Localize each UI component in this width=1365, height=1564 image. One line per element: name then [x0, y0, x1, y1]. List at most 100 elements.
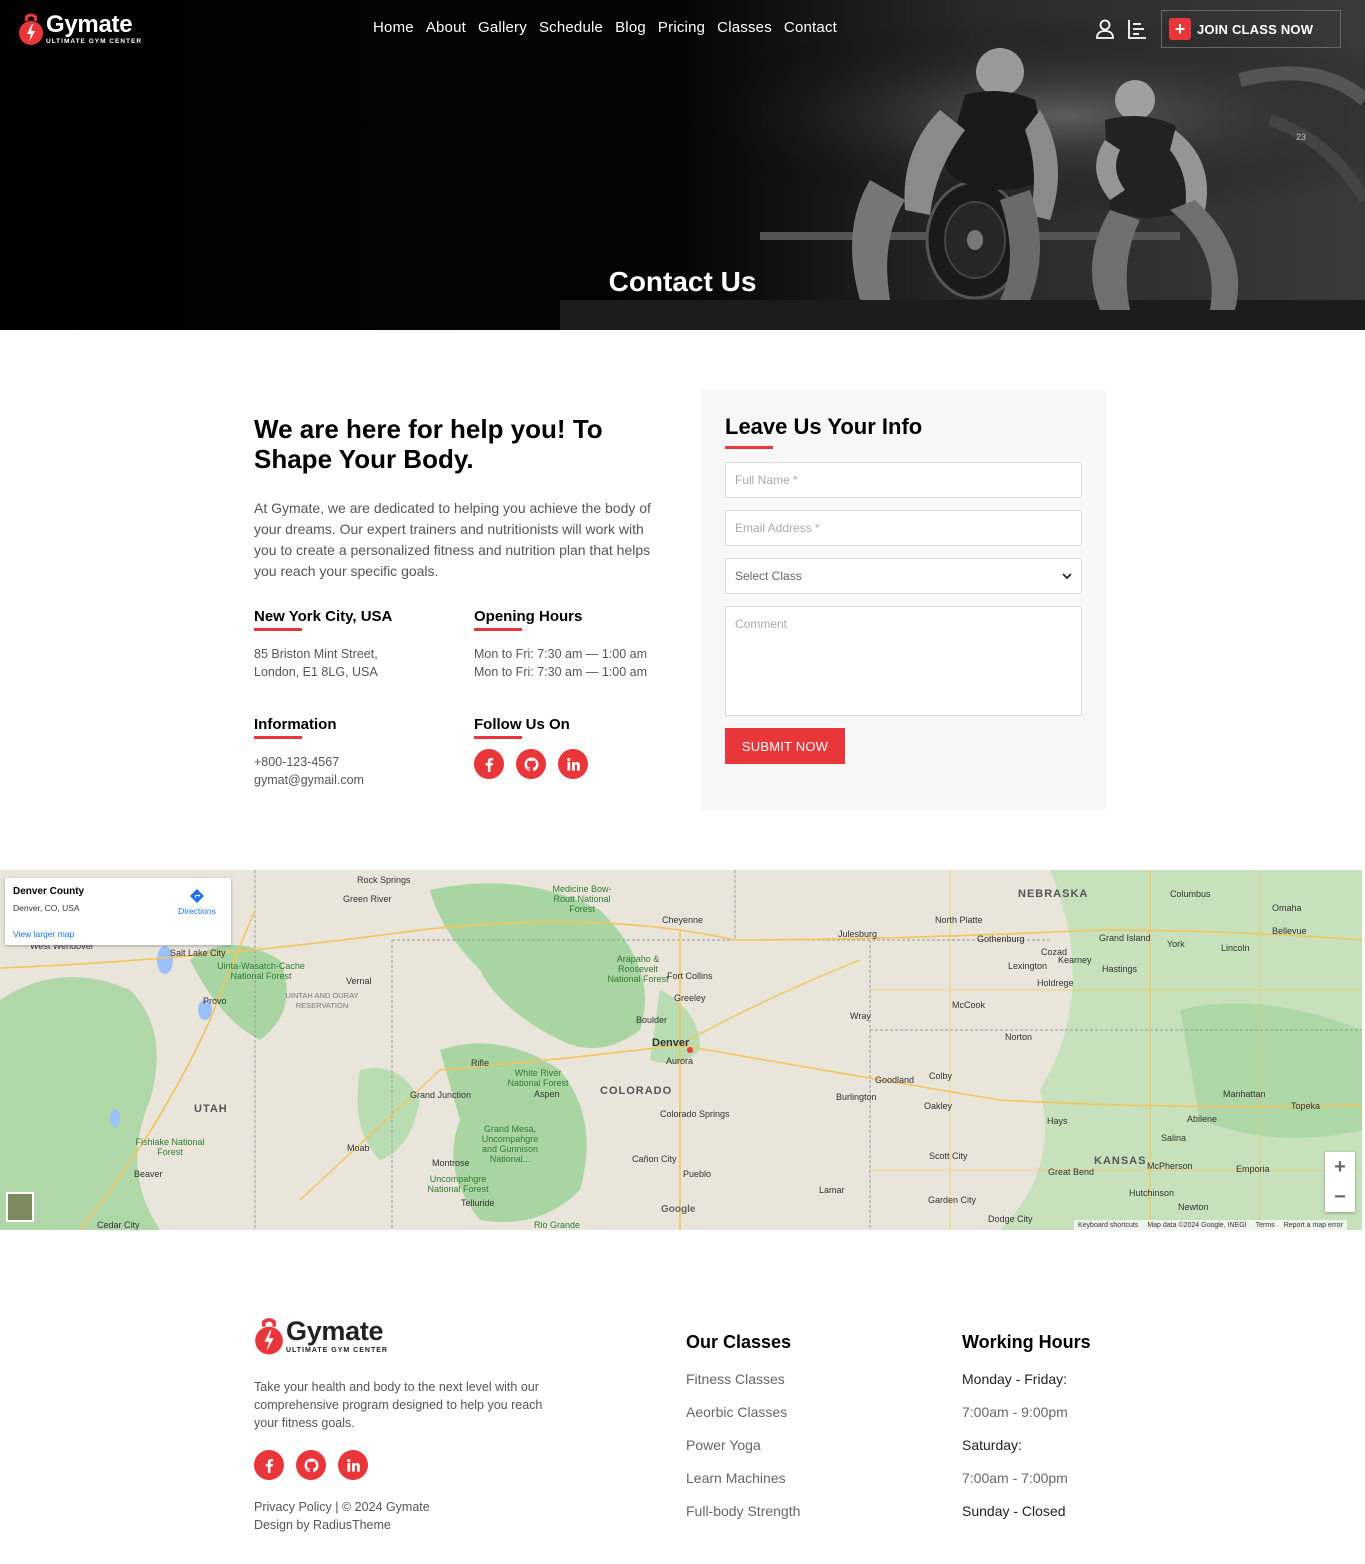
email-address[interactable]: gymat@gymail.com — [254, 771, 464, 789]
map-city-label: Salt Lake City — [170, 948, 226, 958]
main-menu: Home About Gallery Schedule Blog Pricing… — [373, 19, 837, 36]
map-park-label: Fishlake National Forest — [135, 1137, 205, 1157]
nav-link-about[interactable]: About — [426, 19, 466, 36]
hours-time: 7:00am - 7:00pm — [962, 1470, 1068, 1486]
embedded-map[interactable]: Rock Springs Green River Cheyenne Julesb… — [0, 870, 1362, 1230]
map-state-label: NEBRASKA — [1018, 888, 1089, 900]
nav-link-contact[interactable]: Contact — [784, 19, 837, 36]
map-city-label: Burlington — [836, 1092, 877, 1102]
map-city-label: Oakley — [924, 1101, 953, 1111]
map-city-label: Hastings — [1102, 964, 1138, 974]
terms-link[interactable]: Terms — [1256, 1222, 1275, 1229]
map-city-label: North Platte — [935, 915, 983, 925]
email-input[interactable] — [725, 510, 1082, 546]
directions-button[interactable]: Directions — [175, 888, 219, 916]
information-block: Information +800-123-4567 gymat@gymail.c… — [254, 716, 464, 789]
class-link[interactable]: Aeorbic Classes — [686, 1402, 800, 1435]
directions-icon — [190, 889, 204, 903]
our-classes-column: Our Classes Fitness Classes Aeorbic Clas… — [686, 1332, 800, 1534]
menu-bars-icon[interactable] — [1126, 18, 1148, 40]
submit-button[interactable]: SUBMIT NOW — [725, 728, 845, 764]
facebook-icon[interactable] — [254, 1450, 284, 1480]
full-name-input[interactable] — [725, 462, 1082, 498]
class-link[interactable]: Full-body Strength — [686, 1501, 800, 1534]
zoom-out-button[interactable]: − — [1325, 1182, 1355, 1212]
linkedin-icon[interactable] — [558, 749, 588, 779]
nav-link-classes[interactable]: Classes — [717, 19, 772, 36]
brand-logo[interactable]: Gymate ULTIMATE GYM CENTER — [18, 11, 142, 47]
github-icon[interactable] — [516, 749, 546, 779]
map-city-label: Kearney — [1058, 955, 1092, 965]
hero-overlay-number: 23 — [1296, 132, 1306, 142]
location-title: New York City, USA — [254, 608, 393, 625]
map-state-label: KANSAS — [1094, 1155, 1147, 1167]
map-city-label: Cedar City — [97, 1220, 140, 1230]
class-link[interactable]: Learn Machines — [686, 1468, 800, 1501]
nav-link-home[interactable]: Home — [373, 19, 414, 36]
location-block: New York City, USA 85 Briston Mint Stree… — [254, 608, 464, 681]
map-city-label: Colby — [929, 1071, 953, 1081]
map-city-label: Boulder — [636, 1015, 668, 1025]
github-icon[interactable] — [296, 1450, 326, 1480]
user-icon[interactable] — [1094, 18, 1116, 40]
zoom-in-button[interactable]: + — [1325, 1152, 1355, 1182]
comment-textarea[interactable] — [725, 606, 1082, 716]
map-city-label: Lexington — [1008, 961, 1048, 971]
chevron-down-icon — [1062, 572, 1072, 579]
contact-description: At Gymate, we are dedicated to helping y… — [254, 500, 651, 579]
facebook-icon[interactable] — [474, 749, 504, 779]
design-credit: Design by RadiusTheme — [254, 1518, 391, 1532]
map-city-label: McCook — [952, 1000, 986, 1010]
class-link[interactable]: Power Yoga — [686, 1435, 800, 1468]
class-select[interactable]: Select Class — [725, 558, 1082, 594]
map-city-label: Moab — [347, 1143, 370, 1153]
map-city-label: Scott City — [929, 1151, 968, 1161]
map-city-label: Dodge City — [988, 1214, 1033, 1224]
kettlebell-logo-icon — [19, 13, 43, 45]
phone-number[interactable]: +800-123-4567 — [254, 753, 464, 771]
nav-link-pricing[interactable]: Pricing — [658, 19, 705, 36]
map-city-label: Aurora — [666, 1056, 694, 1066]
hours-day: Monday - Friday: — [962, 1371, 1068, 1387]
linkedin-icon[interactable] — [338, 1450, 368, 1480]
map-city-label: Abilene — [1187, 1114, 1218, 1124]
hours-line-2: Mon to Fri: 7:30 am — 1:00 am — [474, 665, 647, 679]
map-city-label: Norton — [1005, 1032, 1033, 1042]
map-park-label: Grand Mesa, Uncompahgre and Gunnison Nat… — [481, 1124, 539, 1164]
map-city-label: Pueblo — [683, 1169, 712, 1179]
footer-social-links — [254, 1450, 368, 1480]
hours-day: Sunday - Closed — [962, 1503, 1066, 1519]
map-city-label: Cheyenne — [662, 915, 704, 925]
map-place-card: Denver County Denver, CO, USA View large… — [5, 878, 231, 945]
footer-description: Take your health and body to the next le… — [254, 1380, 543, 1430]
map-city-label: Gothenburg — [977, 934, 1025, 944]
class-link[interactable]: Fitness Classes — [686, 1369, 800, 1402]
nav-link-gallery[interactable]: Gallery — [478, 19, 527, 36]
footer-logo[interactable]: Gymate ULTIMATE GYM CENTER — [254, 1316, 388, 1356]
report-map-error-link[interactable]: Report a map error — [1284, 1222, 1343, 1229]
hours-time: 7:00am - 9:00pm — [962, 1404, 1068, 1420]
map-data-credit: Map data ©2024 Google, INEGI — [1147, 1221, 1247, 1229]
map-city-label: Greeley — [674, 993, 706, 1003]
map-city-label: Provo — [203, 996, 227, 1006]
information-title: Information — [254, 716, 337, 733]
keyboard-shortcuts-link[interactable]: Keyboard shortcuts — [1078, 1222, 1138, 1229]
address-line-2: London, E1 8LG, USA — [254, 665, 378, 679]
map-city-label: Great Bend — [1048, 1167, 1095, 1177]
map-park-label: Medicine Bow-Routt National Forest — [552, 884, 612, 914]
nav-link-blog[interactable]: Blog — [615, 19, 646, 36]
map-city-label: Garden City — [928, 1195, 977, 1205]
working-hours-title: Working Hours — [962, 1332, 1091, 1352]
satellite-toggle[interactable] — [6, 1192, 34, 1222]
footer-legal: Privacy Policy | © 2024 Gymate Design by… — [254, 1498, 430, 1534]
map-city-label: Aspen — [534, 1089, 560, 1099]
nav-link-schedule[interactable]: Schedule — [539, 19, 603, 36]
address-line-1: 85 Briston Mint Street, — [254, 647, 378, 661]
contact-form: Leave Us Your Info Select Class SUBMIT N… — [701, 390, 1106, 810]
view-larger-map-link[interactable]: View larger map — [13, 929, 74, 939]
map-city-label: Lamar — [819, 1185, 845, 1195]
privacy-copyright[interactable]: Privacy Policy | © 2024 Gymate — [254, 1498, 430, 1516]
map-city-label: Montrose — [432, 1158, 470, 1168]
join-class-button[interactable]: + JOIN CLASS NOW — [1161, 10, 1341, 48]
map-city-label: Grand Junction — [410, 1090, 472, 1100]
